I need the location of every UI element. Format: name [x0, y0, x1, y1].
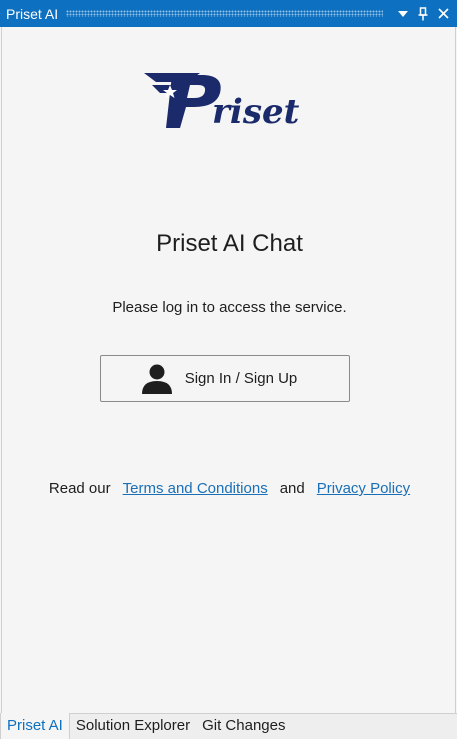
- tab-solution-explorer[interactable]: Solution Explorer: [70, 714, 196, 739]
- tool-window-titlebar: Priset AI: [0, 0, 457, 27]
- user-icon: [141, 364, 172, 394]
- login-message: Please log in to access the service.: [112, 299, 347, 316]
- terms-link[interactable]: Terms and Conditions: [123, 480, 268, 497]
- sign-in-label: Sign In / Sign Up: [184, 370, 298, 387]
- legal-conjunction: and: [279, 480, 305, 497]
- tool-window-tabs: Priset AI Solution Explorer Git Changes: [0, 713, 457, 739]
- tab-priset-ai[interactable]: Priset AI: [0, 713, 70, 739]
- page-title: Priset AI Chat: [156, 230, 303, 257]
- titlebar-grip[interactable]: [66, 10, 383, 17]
- svg-text:riset: riset: [212, 92, 300, 131]
- privacy-link[interactable]: Privacy Policy: [317, 480, 410, 497]
- chat-panel: riset Priset AI Chat Please log in to ac…: [1, 27, 456, 713]
- legal-prefix: Read our: [48, 480, 111, 497]
- tab-git-changes[interactable]: Git Changes: [196, 714, 291, 739]
- pin-icon[interactable]: [413, 0, 433, 27]
- window-title: Priset AI: [6, 5, 59, 22]
- legal-notice: Read our Terms and Conditions and Privacy P…: [2, 480, 457, 497]
- priset-logo: riset: [142, 71, 302, 132]
- sign-in-button[interactable]: Sign In / Sign Up: [100, 355, 350, 402]
- dropdown-icon[interactable]: [393, 0, 413, 27]
- close-icon[interactable]: [433, 0, 453, 27]
